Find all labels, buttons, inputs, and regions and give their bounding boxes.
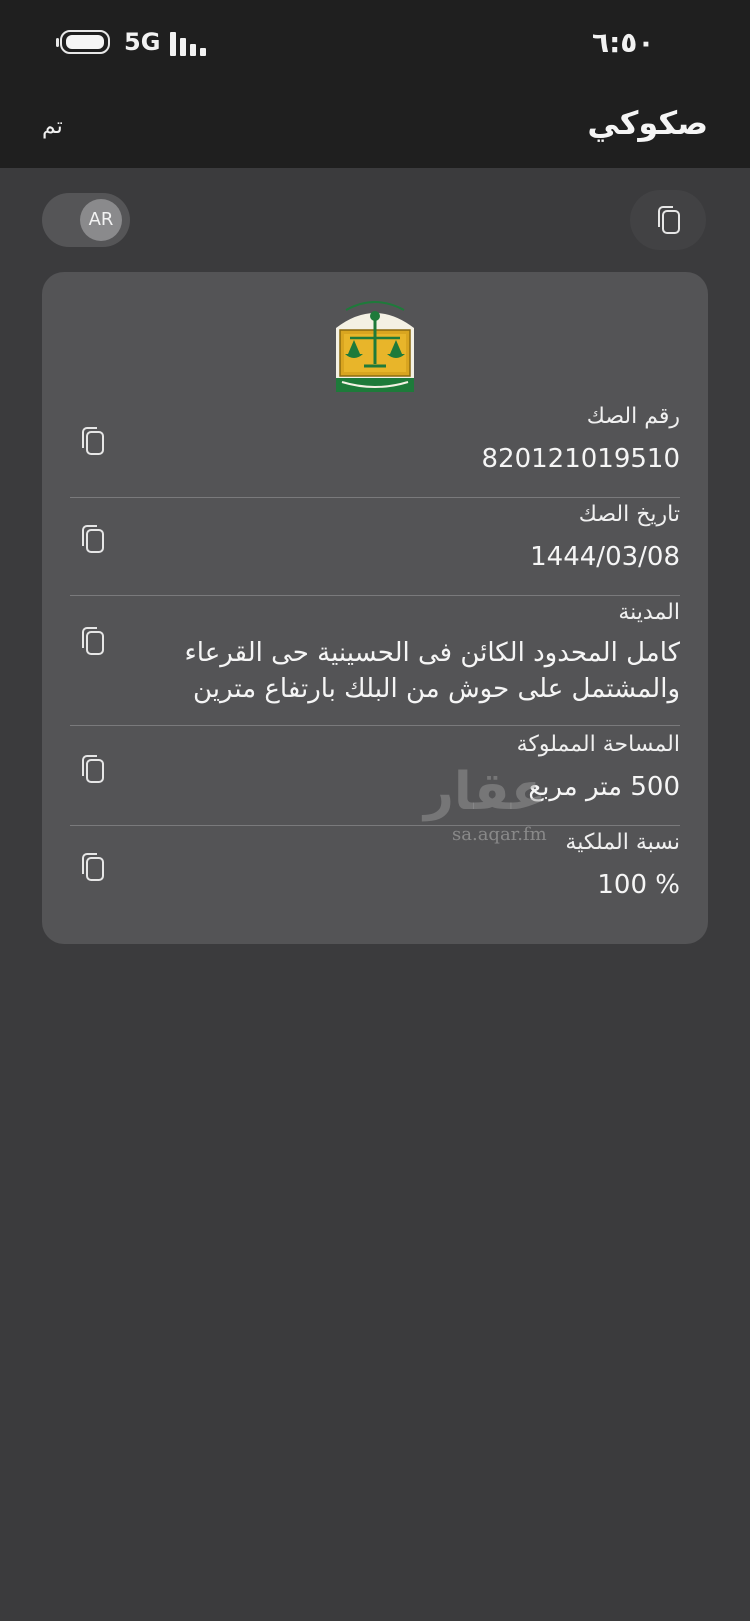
copy-icon[interactable] [78,624,108,658]
divider [70,497,680,498]
status-bar: 5G ٦:٥٠ [0,0,750,90]
owned-area-value: 500 متر مربع [528,772,680,802]
status-time: ٦:٥٠ [592,26,655,59]
ownership-percentage-value: 100 % [597,870,680,900]
ownership-percentage-row: نسبة الملكية 100 % [70,830,680,922]
divider [70,595,680,596]
city-value-line-2: والمشتمل على حوش من البلك بارتفاع مترين [192,674,680,704]
network-type: 5G [124,28,161,56]
deed-date-value: 1444/03/08 [530,542,680,572]
divider [70,825,680,826]
copy-icon[interactable] [78,522,108,556]
divider [70,725,680,726]
page-title: صكوكي [587,104,708,142]
ownership-percentage-label: نسبة الملكية [565,830,680,855]
deed-card: رقم الصك 820121019510 تاريخ الصك 1444/03… [42,272,708,944]
deed-date-row: تاريخ الصك 1444/03/08 [70,502,680,596]
copy-icon[interactable] [78,424,108,458]
language-toggle[interactable]: AR [42,193,130,247]
copy-icon[interactable] [78,752,108,786]
done-button[interactable]: تم [42,114,63,139]
city-label: المدينة [618,600,680,625]
city-value-line-1: كامل المحدود الكائن فى الحسينية حى القرع… [184,638,680,668]
copy-all-button[interactable] [630,190,706,250]
city-row: المدينة كامل المحدود الكائن فى الحسينية … [70,600,680,726]
signal-strength-icon [170,30,210,56]
navigation-bar: تم صكوكي [0,90,750,168]
deed-date-label: تاريخ الصك [578,502,680,527]
deed-number-label: رقم الصك [586,404,680,429]
owned-area-label: المساحة المملوكة [516,732,680,757]
ministry-of-justice-logo [336,301,414,392]
battery-icon [56,30,110,54]
deed-number-value: 820121019510 [481,444,680,474]
deed-number-row: رقم الصك 820121019510 [70,404,680,498]
owned-area-row: المساحة المملوكة 500 متر مربع [70,732,680,826]
language-toggle-knob: AR [80,199,122,241]
copy-icon [658,206,680,234]
copy-icon[interactable] [78,850,108,884]
